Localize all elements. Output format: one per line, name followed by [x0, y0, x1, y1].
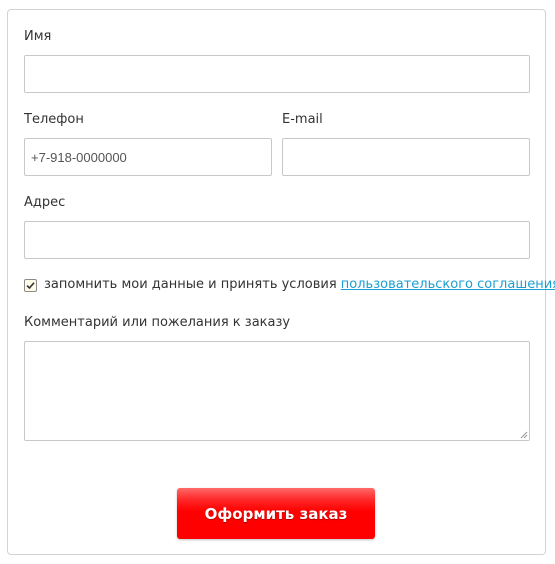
phone-input[interactable]	[24, 138, 272, 176]
address-input[interactable]	[24, 221, 530, 259]
address-label: Адрес	[24, 195, 66, 210]
checkmark-icon	[26, 282, 35, 290]
agree-text: запомнить мои данные и принять условия	[44, 277, 337, 292]
comment-label: Комментарий или пожелания к заказу	[24, 315, 291, 330]
email-label: E-mail	[282, 112, 323, 127]
agree-text-line: запомнить мои данные и принять условия п…	[44, 277, 555, 293]
name-label: Имя	[24, 29, 52, 44]
user-agreement-link[interactable]: пользовательского соглашения	[341, 277, 555, 292]
comment-textarea[interactable]	[24, 341, 530, 441]
agree-checkbox[interactable]	[24, 279, 37, 292]
phone-label: Телефон	[24, 112, 84, 127]
email-input[interactable]	[282, 138, 530, 176]
submit-order-button[interactable]: Оформить заказ	[177, 488, 375, 539]
name-input[interactable]	[24, 55, 530, 93]
